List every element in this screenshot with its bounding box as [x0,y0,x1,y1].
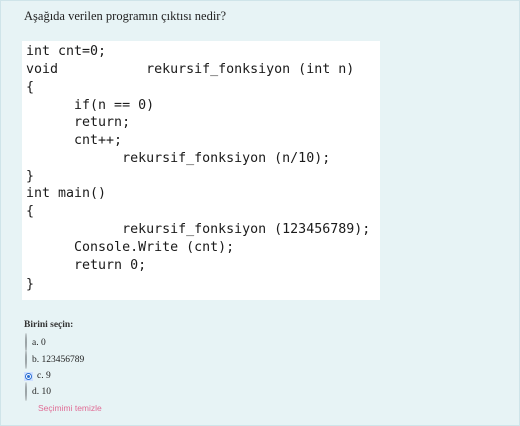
code-line: int main() [26,186,107,201]
radio-button[interactable] [25,382,27,401]
radio-button-selected[interactable] [25,372,32,380]
code-line: Console.Write (cnt); [26,240,235,255]
question-panel: Aşağıda verilen programın çıktısı nedir?… [0,0,520,426]
code-block: int cnt=0; void rekursif_fonksiyon (int … [22,41,380,300]
code-line: int cnt=0; [26,44,107,59]
answer-prompt: Birini seçin: [24,320,74,330]
answer-option-d[interactable]: d. 10 [25,382,51,401]
code-line: { [26,80,35,95]
answer-option-label: d. 10 [32,387,51,397]
code-line: cnt++; [26,133,123,148]
code-line: } [26,277,35,292]
answer-option-c[interactable]: c. 9 [24,369,51,383]
question-text: Aşağıda verilen programın çıktısı nedir? [24,9,227,23]
radio-button[interactable] [25,350,27,369]
answer-option-label: a. 0 [32,338,46,348]
code-line: } [26,169,35,184]
code-line: if(n == 0) [26,98,155,113]
code-line: return 0; [26,258,147,273]
answer-option-a[interactable]: a. 0 [25,333,46,352]
code-line: rekursif_fonksiyon (123456789); [26,222,371,237]
answer-option-label: b. 123456789 [32,355,85,365]
answer-option-label: c. 9 [37,371,51,381]
code-line: rekursif_fonksiyon (n/10); [26,151,331,166]
answer-option-b[interactable]: b. 123456789 [25,350,85,369]
code-line: return; [26,115,131,130]
clear-selection-link[interactable]: Seçimimi temizle [38,403,102,413]
code-line: void rekursif_fonksiyon (int n) [26,62,355,77]
code-line: { [26,204,35,219]
